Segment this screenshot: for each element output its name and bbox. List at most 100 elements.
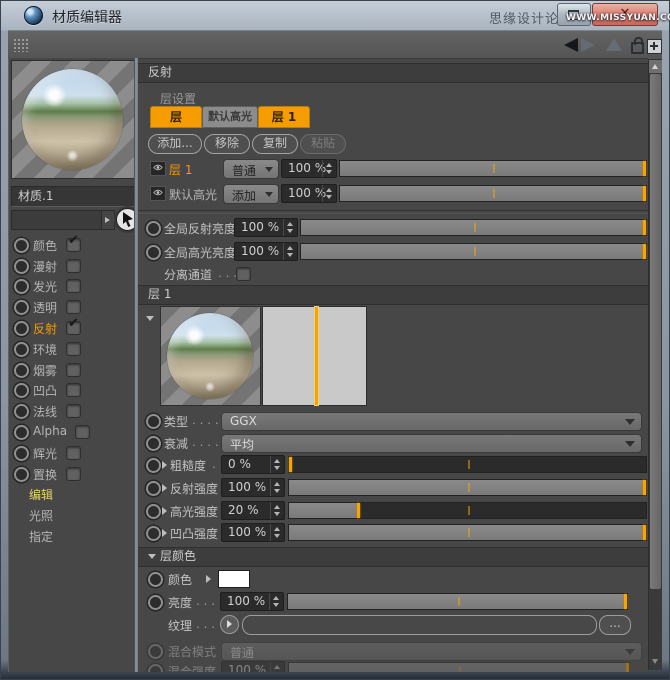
slider-handle[interactable] xyxy=(643,220,646,235)
layer-name[interactable]: 默认高光 xyxy=(169,186,217,203)
preview-shape-dropdown[interactable] xyxy=(11,210,115,230)
remove-layer-button[interactable]: 移除 xyxy=(204,134,250,154)
channel-radio-icon[interactable] xyxy=(14,238,29,253)
channel-row-diffusion[interactable]: 漫射 xyxy=(9,256,135,276)
bump-strength-slider[interactable] xyxy=(288,524,647,541)
slider-handle[interactable] xyxy=(289,457,292,472)
falloff-dropdown[interactable]: 平均 xyxy=(221,434,642,453)
channel-radio-icon[interactable] xyxy=(14,383,29,398)
layer-strength-slider[interactable] xyxy=(339,160,647,177)
channel-checkbox[interactable] xyxy=(66,342,81,356)
nav-up-icon[interactable] xyxy=(606,38,622,51)
channel-radio-icon[interactable] xyxy=(14,300,29,315)
param-radio-icon[interactable] xyxy=(146,481,161,496)
sidebar-page-illumination[interactable]: 光照 xyxy=(29,507,53,524)
param-radio-icon[interactable] xyxy=(146,458,161,473)
layer-visibility-toggle[interactable] xyxy=(150,161,166,176)
channel-checkbox[interactable] xyxy=(66,300,81,314)
reflection-strength-slider[interactable] xyxy=(288,479,647,496)
texture-expand-button[interactable] xyxy=(220,615,239,634)
material-name-field[interactable]: 材质.1 xyxy=(11,186,139,207)
layer-strength-field[interactable]: 100 % xyxy=(281,184,337,203)
param-radio-icon[interactable] xyxy=(146,436,161,451)
layer-visibility-toggle[interactable] xyxy=(150,186,166,201)
sidebar-page-editor[interactable]: 编辑 xyxy=(29,486,53,503)
copy-layer-button[interactable]: 复制 xyxy=(252,134,298,154)
expand-arrow-icon[interactable] xyxy=(162,529,167,537)
collapse-arrow-icon[interactable] xyxy=(146,311,158,325)
channel-row-luminance[interactable]: 发光 xyxy=(9,276,135,296)
channel-checkbox[interactable] xyxy=(66,467,81,481)
new-window-icon[interactable] xyxy=(647,39,662,54)
channel-checkbox[interactable] xyxy=(66,383,81,397)
type-dropdown[interactable]: GGX xyxy=(221,412,642,431)
param-radio-icon[interactable] xyxy=(146,526,161,541)
param-radio-icon[interactable] xyxy=(146,221,161,236)
layer-blend-mode-dropdown[interactable]: 普通 xyxy=(223,159,279,179)
channel-checkbox[interactable] xyxy=(66,404,81,418)
texture-browse-button[interactable]: ... xyxy=(599,615,631,635)
channel-row-displacement[interactable]: 置换 xyxy=(9,464,135,484)
lock-icon[interactable] xyxy=(631,42,644,54)
dropdown-arrow-icon[interactable] xyxy=(101,211,114,229)
stepper-icon[interactable] xyxy=(322,185,336,202)
global-specular-field[interactable]: 100 % xyxy=(234,242,298,261)
tab-layers[interactable]: 层 xyxy=(150,106,202,128)
collapse-arrow-icon[interactable] xyxy=(148,554,156,559)
paste-layer-button[interactable]: 粘贴 xyxy=(300,134,346,154)
layer-strength-slider[interactable] xyxy=(339,185,647,202)
channel-row-bump[interactable]: 凹凸 xyxy=(9,380,135,400)
channel-radio-icon[interactable] xyxy=(14,259,29,274)
global-reflection-slider[interactable] xyxy=(300,219,647,236)
specular-strength-slider[interactable] xyxy=(288,502,647,519)
channel-row-normal[interactable]: 法线 xyxy=(9,401,135,421)
scrollbar-thumb[interactable] xyxy=(650,74,661,589)
channel-checkbox[interactable]: ✔ xyxy=(66,321,81,335)
channel-radio-icon[interactable] xyxy=(14,321,29,336)
specular-strength-field[interactable]: 20 % xyxy=(221,501,285,520)
drag-grip-icon[interactable] xyxy=(13,38,30,52)
channel-checkbox[interactable] xyxy=(66,259,81,273)
param-radio-icon[interactable] xyxy=(146,414,161,429)
param-radio-icon[interactable] xyxy=(146,504,161,519)
channel-radio-icon[interactable] xyxy=(14,363,29,378)
expand-arrow-icon[interactable] xyxy=(162,507,167,515)
slider-handle[interactable] xyxy=(643,480,646,495)
material-preview[interactable] xyxy=(11,60,135,179)
channel-radio-icon[interactable] xyxy=(14,404,29,419)
stepper-icon[interactable] xyxy=(270,456,284,473)
channel-checkbox[interactable]: ✔ xyxy=(66,238,81,252)
stepper-icon[interactable] xyxy=(270,524,284,541)
channel-checkbox[interactable] xyxy=(66,363,81,377)
reflection-strength-field[interactable]: 100 % xyxy=(221,478,285,497)
sidebar-page-assign[interactable]: 指定 xyxy=(29,528,53,545)
channel-checkbox[interactable] xyxy=(75,425,90,439)
stepper-icon[interactable] xyxy=(322,160,336,177)
channel-row-transparency[interactable]: 透明 xyxy=(9,297,135,317)
channel-row-alpha[interactable]: Alpha xyxy=(9,422,135,442)
channel-row-reflectance[interactable]: 反射✔ xyxy=(9,318,135,338)
channel-radio-icon[interactable] xyxy=(14,467,29,482)
tab-default-specular[interactable]: 默认高光 xyxy=(202,106,258,128)
global-specular-slider[interactable] xyxy=(300,243,647,260)
expand-arrow-icon[interactable] xyxy=(162,484,167,492)
vertical-scrollbar[interactable] xyxy=(648,60,662,670)
separate-pass-checkbox[interactable] xyxy=(236,267,251,281)
texture-field[interactable] xyxy=(242,615,597,635)
channel-radio-icon[interactable] xyxy=(14,279,29,294)
tab-layer-1[interactable]: 层 1 xyxy=(258,106,310,128)
expand-arrow-icon[interactable] xyxy=(162,461,167,469)
channel-checkbox[interactable] xyxy=(66,446,81,460)
stepper-icon[interactable] xyxy=(283,219,297,236)
channel-radio-icon[interactable] xyxy=(14,342,29,357)
stepper-icon[interactable] xyxy=(270,479,284,496)
brightness-slider[interactable] xyxy=(287,593,628,610)
stepper-icon[interactable] xyxy=(283,243,297,260)
slider-handle[interactable] xyxy=(357,503,360,518)
history-forward-icon[interactable] xyxy=(581,38,595,52)
channel-checkbox[interactable] xyxy=(66,279,81,293)
global-reflection-field[interactable]: 100 % xyxy=(234,218,298,237)
slider-handle[interactable] xyxy=(624,594,627,609)
layer-blend-mode-dropdown[interactable]: 添加 xyxy=(223,184,279,204)
param-radio-icon[interactable] xyxy=(148,572,163,587)
